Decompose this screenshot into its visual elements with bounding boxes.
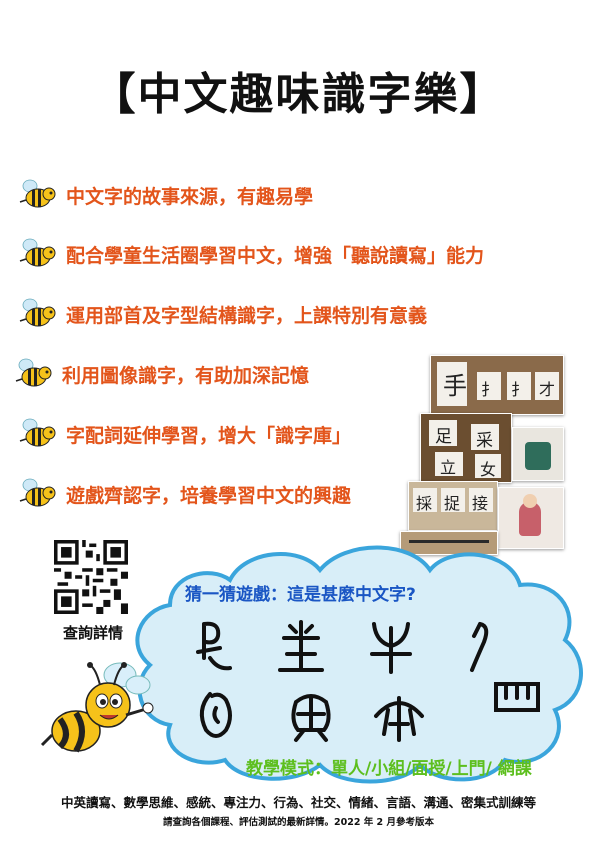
- glyph-fruit-icon: [291, 694, 331, 742]
- feature-text: 配合學童生活圈學習中文，增強「聽說讀寫」能力: [66, 244, 485, 267]
- feature-item: 利用圖像識字，有助加深記憶: [14, 357, 309, 391]
- photo-bag: [512, 427, 564, 481]
- qr-code-icon[interactable]: [54, 540, 128, 614]
- photo-char: 扌: [481, 380, 498, 399]
- page-title: 【中文趣味識字樂】: [91, 69, 506, 120]
- feature-item: 配合學童生活圈學習中文，增強「聽說讀寫」能力: [18, 237, 484, 271]
- feature-text: 遊戲齊認字，培養學習中文的興趣: [66, 484, 352, 507]
- photo-char: 採: [416, 494, 433, 513]
- glyph-ear-icon: [199, 692, 232, 738]
- bee-icon: [19, 478, 56, 507]
- glyph-mouth-icon: [494, 682, 540, 712]
- bee-icon: [19, 418, 56, 447]
- bee-icon: [19, 238, 56, 267]
- qr-label: 查詢詳情: [62, 624, 123, 642]
- feature-item: 字配詞延伸學習，增大「識字庫」: [18, 417, 351, 451]
- bee-mascot-icon: [40, 662, 154, 753]
- photo-char: 扌: [511, 380, 528, 399]
- glyph-growth-icon: [278, 620, 324, 672]
- feature-text: 字配詞延伸學習，增大「識字庫」: [66, 424, 352, 447]
- cloud-shape: [135, 545, 583, 784]
- glyph-tree-icon: [370, 622, 412, 674]
- photo-char: 采: [476, 431, 493, 451]
- services-list: 中英讀寫、數學思維、感統、專注力、行為、社交、情緒、言語、溝通、密集式訓練等: [60, 795, 536, 810]
- photo-hand-radical: 手 扌 扌 才: [430, 355, 564, 415]
- photo-char: 捉: [444, 494, 461, 513]
- glyph-rain-icon: [374, 696, 424, 742]
- photo-char: 足: [435, 427, 452, 447]
- photo-char: 手: [443, 372, 467, 400]
- photo-collage: 手 扌 扌 才 足 采 立 女 採 捉 接: [400, 355, 565, 555]
- photo-char: 女: [480, 460, 497, 479]
- photo-char: 才: [539, 380, 556, 399]
- bee-icon: [19, 298, 56, 327]
- photo-char: 立: [440, 458, 457, 477]
- photo-character-cards: 足 采 立 女: [420, 413, 512, 483]
- photo-action-cards: 採 捉 接: [408, 481, 498, 531]
- feature-text: 運用部首及字型結構識字，上課特別有意義: [66, 304, 428, 327]
- feature-item: 運用部首及字型結構識字，上課特別有意義: [18, 297, 427, 331]
- feature-text: 利用圖像識字，有助加深記憶: [62, 364, 310, 387]
- glyph-hand-icon: [196, 621, 232, 671]
- photo-char: 接: [472, 494, 489, 513]
- feature-text: 中文字的故事來源，有趣易學: [66, 185, 314, 208]
- feature-item: 遊戲齊認字，培養學習中文的興趣: [18, 477, 351, 511]
- feature-item: 中文字的故事來源，有趣易學: [18, 178, 313, 212]
- teaching-mode: 教學模式：單人/小組/面授/上門/ 網課: [246, 759, 532, 779]
- footer-note: 請查詢各個課程、評估測試的最新詳情。2022 年 2 月參考版本: [163, 817, 434, 828]
- bee-icon: [15, 358, 52, 387]
- bee-icon: [19, 179, 56, 208]
- game-title: 猜一猜遊戲：這是甚麼中文字?: [185, 585, 416, 605]
